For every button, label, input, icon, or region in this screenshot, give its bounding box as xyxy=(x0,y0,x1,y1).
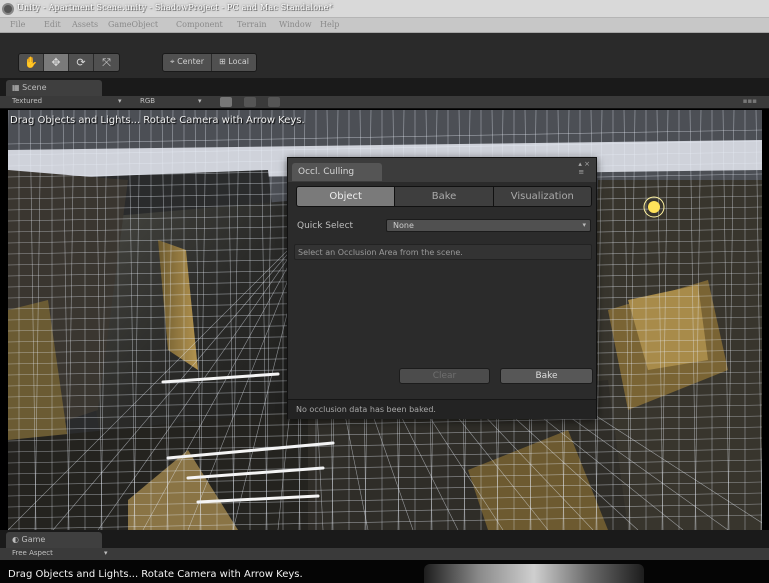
render-mode-dropdown[interactable]: Textured xyxy=(12,97,42,108)
scene-audio-toggle[interactable] xyxy=(268,97,280,107)
menu-help[interactable]: Help xyxy=(320,20,339,29)
transform-tools: ✋ ✥ ⟳ ⤧ xyxy=(18,53,120,72)
move-icon: ✥ xyxy=(51,56,61,69)
hand-icon: ✋ xyxy=(24,56,38,69)
unity-logo-icon xyxy=(2,3,14,15)
scale-icon: ⤧ xyxy=(102,55,111,69)
rotate-icon: ⟳ xyxy=(76,56,86,69)
render-mode-arrow-icon: ▾ xyxy=(118,97,122,105)
occlusion-panel-header: Occl. Culling ▴ × ≡ xyxy=(288,158,596,182)
pivot-toggles: ⌖ Center ⊞ Local xyxy=(162,53,257,72)
pivot-local-button[interactable]: ⊞ Local xyxy=(212,54,256,71)
menu-component[interactable]: Component xyxy=(176,20,223,29)
window-title: Unity - Apartment Scene.unity - ShadowPr… xyxy=(17,3,333,12)
occlusion-status-text: No occlusion data has been baked. xyxy=(288,399,596,419)
tab-bake[interactable]: Bake xyxy=(395,187,494,206)
occlusion-mode-tabs: Object Bake Visualization xyxy=(296,186,592,207)
bake-button[interactable]: Bake xyxy=(500,368,593,384)
scene-gizmos-menu[interactable]: ▪▪▪ xyxy=(743,97,757,105)
scene-overlay-toggle[interactable] xyxy=(244,97,256,107)
tab-game[interactable]: ◐ Game xyxy=(6,532,102,548)
scene-tab-strip: ▦ Scene xyxy=(0,78,769,96)
toolbar: ✋ ✥ ⟳ ⤧ ⌖ Center ⊞ Local xyxy=(0,33,769,78)
clear-button[interactable]: Clear xyxy=(399,368,490,384)
scene-lighting-toggle[interactable] xyxy=(220,97,232,107)
color-mode-dropdown[interactable]: RGB xyxy=(140,97,155,108)
menu-window[interactable]: Window xyxy=(279,20,312,29)
menu-assets[interactable]: Assets xyxy=(72,20,98,29)
tab-scene[interactable]: ▦ Scene xyxy=(6,80,102,96)
menu-gameobject[interactable]: GameObject xyxy=(108,20,158,29)
color-mode-arrow-icon: ▾ xyxy=(198,97,202,105)
rotate-tool-button[interactable]: ⟳ xyxy=(69,54,94,71)
dropdown-arrow-icon: ▾ xyxy=(582,221,586,229)
aspect-dropdown[interactable]: Free Aspect ▾ xyxy=(12,549,108,557)
menu-edit[interactable]: Edit xyxy=(44,20,61,29)
game-view-toolbar: Free Aspect ▾ xyxy=(0,548,769,560)
menu-terrain[interactable]: Terrain xyxy=(237,20,267,29)
scene-view-toolbar: Textured ▾ RGB ▾ ▪▪▪ xyxy=(0,96,769,109)
occlusion-culling-window: Occl. Culling ▴ × ≡ Object Bake Visualiza… xyxy=(287,157,597,419)
move-tool-button[interactable]: ✥ xyxy=(44,54,69,71)
game-render-preview xyxy=(424,564,644,583)
tab-object[interactable]: Object xyxy=(297,187,396,206)
menu-bar: File Edit Assets GameObject Component Te… xyxy=(0,18,769,33)
title-bar: Unity - Apartment Scene.unity - ShadowPr… xyxy=(0,0,769,18)
occlusion-help-text: Select an Occlusion Area from the scene. xyxy=(294,244,592,260)
quick-select-label: Quick Select xyxy=(297,221,354,231)
game-hint-text: Drag Objects and Lights... Rotate Camera… xyxy=(8,569,303,580)
tab-occlusion-culling[interactable]: Occl. Culling xyxy=(292,163,382,181)
hand-tool-button[interactable]: ✋ xyxy=(19,54,44,71)
pivot-center-button[interactable]: ⌖ Center xyxy=(163,54,212,71)
quick-select-dropdown[interactable]: None ▾ xyxy=(386,219,591,232)
panel-menu-icon[interactable]: ▴ × ≡ xyxy=(578,160,590,176)
scene-hint-text: Drag Objects and Lights... Rotate Camera… xyxy=(10,115,305,126)
tab-visualization[interactable]: Visualization xyxy=(493,187,591,206)
game-viewport[interactable]: Drag Objects and Lights... Rotate Camera… xyxy=(0,560,769,583)
scale-tool-button[interactable]: ⤧ xyxy=(94,54,119,71)
menu-file[interactable]: File xyxy=(10,20,25,29)
game-tab-strip: ◐ Game xyxy=(0,530,769,548)
